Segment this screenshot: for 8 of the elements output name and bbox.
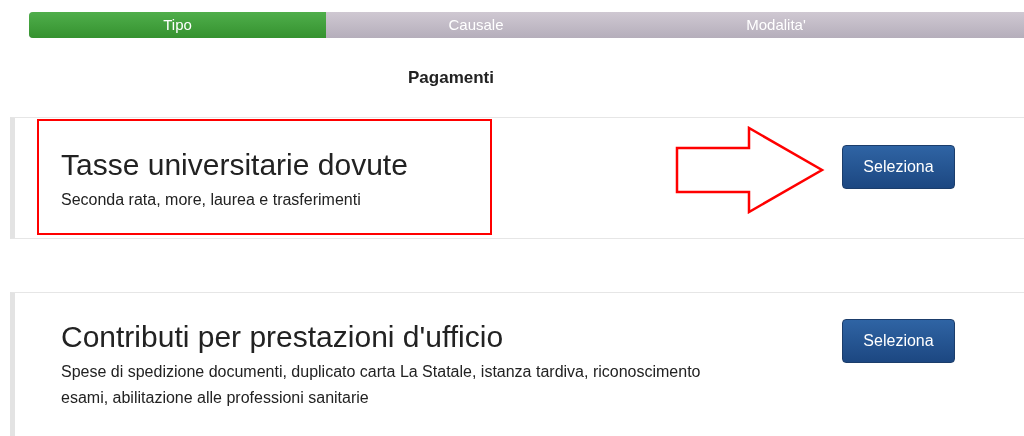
card-description: Spese di spedizione documenti, duplicato carta La Statale, istanza tardiva, riconoscimento esami, abilitazione alle professioni sanitarie: [61, 362, 701, 408]
card-title: Contributi per prestazioni d'ufficio: [61, 319, 505, 355]
select-button[interactable]: Seleziona: [842, 145, 955, 189]
card-description: Seconda rata, more, laurea e trasferimenti: [61, 190, 362, 210]
select-button[interactable]: Seleziona: [842, 319, 955, 363]
page-heading: Pagamenti: [407, 68, 495, 88]
card-title: Tasse universitarie dovute: [61, 147, 409, 183]
step-tab[interactable]: Tipo: [29, 12, 326, 38]
